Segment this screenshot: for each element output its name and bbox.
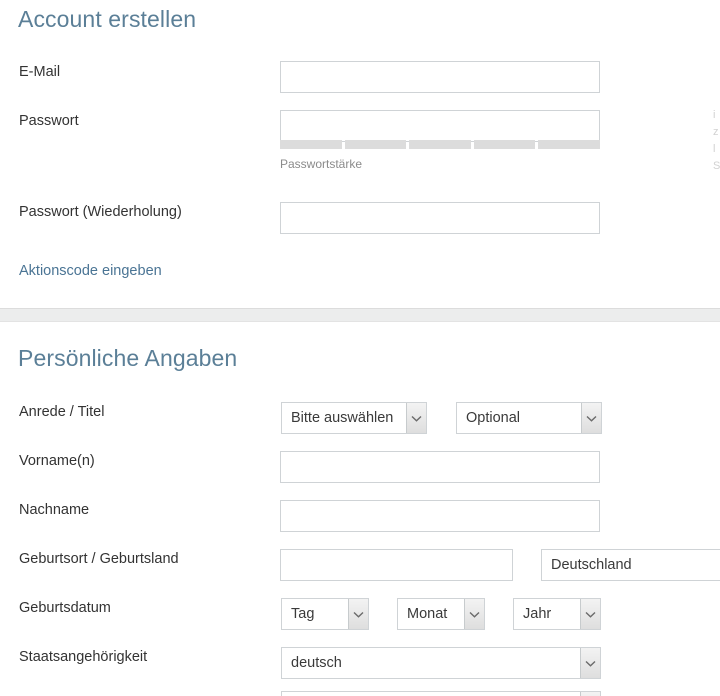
password-strength-segment <box>409 140 471 149</box>
birth-date-label: Geburtsdatum <box>19 600 111 616</box>
email-input[interactable] <box>280 61 600 93</box>
birth-month-select[interactable]: Monat <box>397 598 485 630</box>
promo-code-link[interactable]: Aktionscode eingeben <box>19 263 162 279</box>
password-strength-label: Passwortstärke <box>280 157 363 171</box>
chevron-down-icon <box>464 599 484 629</box>
birth-country-select-value: Deutschland <box>551 557 632 573</box>
edge-clipped-text-2: z <box>713 126 719 138</box>
password-strength-segment <box>473 140 536 149</box>
first-name-label: Vorname(n) <box>19 453 95 469</box>
nationality-label: Staatsangehörigkeit <box>19 649 148 665</box>
account-section-card: Account erstellen E-Mail Passwort Passwo… <box>0 0 720 309</box>
chevron-down-icon <box>580 648 600 678</box>
password-strength-segment <box>280 140 342 149</box>
salutation-select-value: Bitte auswählen <box>291 410 394 426</box>
title-select[interactable]: Optional <box>456 402 602 434</box>
birth-year-select-value: Jahr <box>523 606 552 622</box>
birth-place-label: Geburtsort / Geburtsland <box>19 551 179 567</box>
birth-country-select[interactable]: Deutschland <box>541 549 720 581</box>
password-label: Passwort <box>19 113 79 129</box>
personal-section-title: Persönliche Angaben <box>18 345 238 371</box>
salutation-select[interactable]: Bitte auswählen <box>281 402 427 434</box>
next-field-select-clipped[interactable] <box>281 691 601 696</box>
title-select-value: Optional <box>466 410 521 426</box>
account-section-title: Account erstellen <box>18 6 197 32</box>
birth-place-input[interactable] <box>280 549 513 581</box>
birth-day-select-value: Tag <box>291 606 315 622</box>
edge-clipped-text-1: i <box>713 109 716 121</box>
password-repeat-input[interactable] <box>280 202 600 234</box>
chevron-down-icon <box>581 403 601 433</box>
chevron-down-icon <box>406 403 426 433</box>
first-name-input[interactable] <box>280 451 600 483</box>
birth-day-select[interactable]: Tag <box>281 598 369 630</box>
chevron-down-icon <box>580 692 600 696</box>
chevron-down-icon <box>348 599 368 629</box>
password-strength-segment <box>344 140 407 149</box>
password-strength-meter <box>280 140 600 149</box>
registration-page: Account erstellen E-Mail Passwort Passwo… <box>0 0 720 696</box>
nationality-select[interactable]: deutsch <box>281 647 601 679</box>
edge-clipped-text-4: S <box>713 160 720 172</box>
last-name-label: Nachname <box>19 502 90 518</box>
birth-month-select-value: Monat <box>407 606 448 622</box>
salutation-label: Anrede / Titel <box>19 404 105 420</box>
chevron-down-icon <box>580 599 600 629</box>
nationality-select-value: deutsch <box>291 655 342 671</box>
edge-clipped-text-3: l <box>713 143 716 155</box>
last-name-input[interactable] <box>280 500 600 532</box>
password-strength-segment <box>538 140 600 149</box>
password-repeat-label: Passwort (Wiederholung) <box>19 204 182 220</box>
personal-section-card: Persönliche Angaben Anrede / Titel Bitte… <box>0 321 720 696</box>
password-input[interactable] <box>280 110 600 142</box>
birth-year-select[interactable]: Jahr <box>513 598 601 630</box>
email-label: E-Mail <box>19 64 61 80</box>
